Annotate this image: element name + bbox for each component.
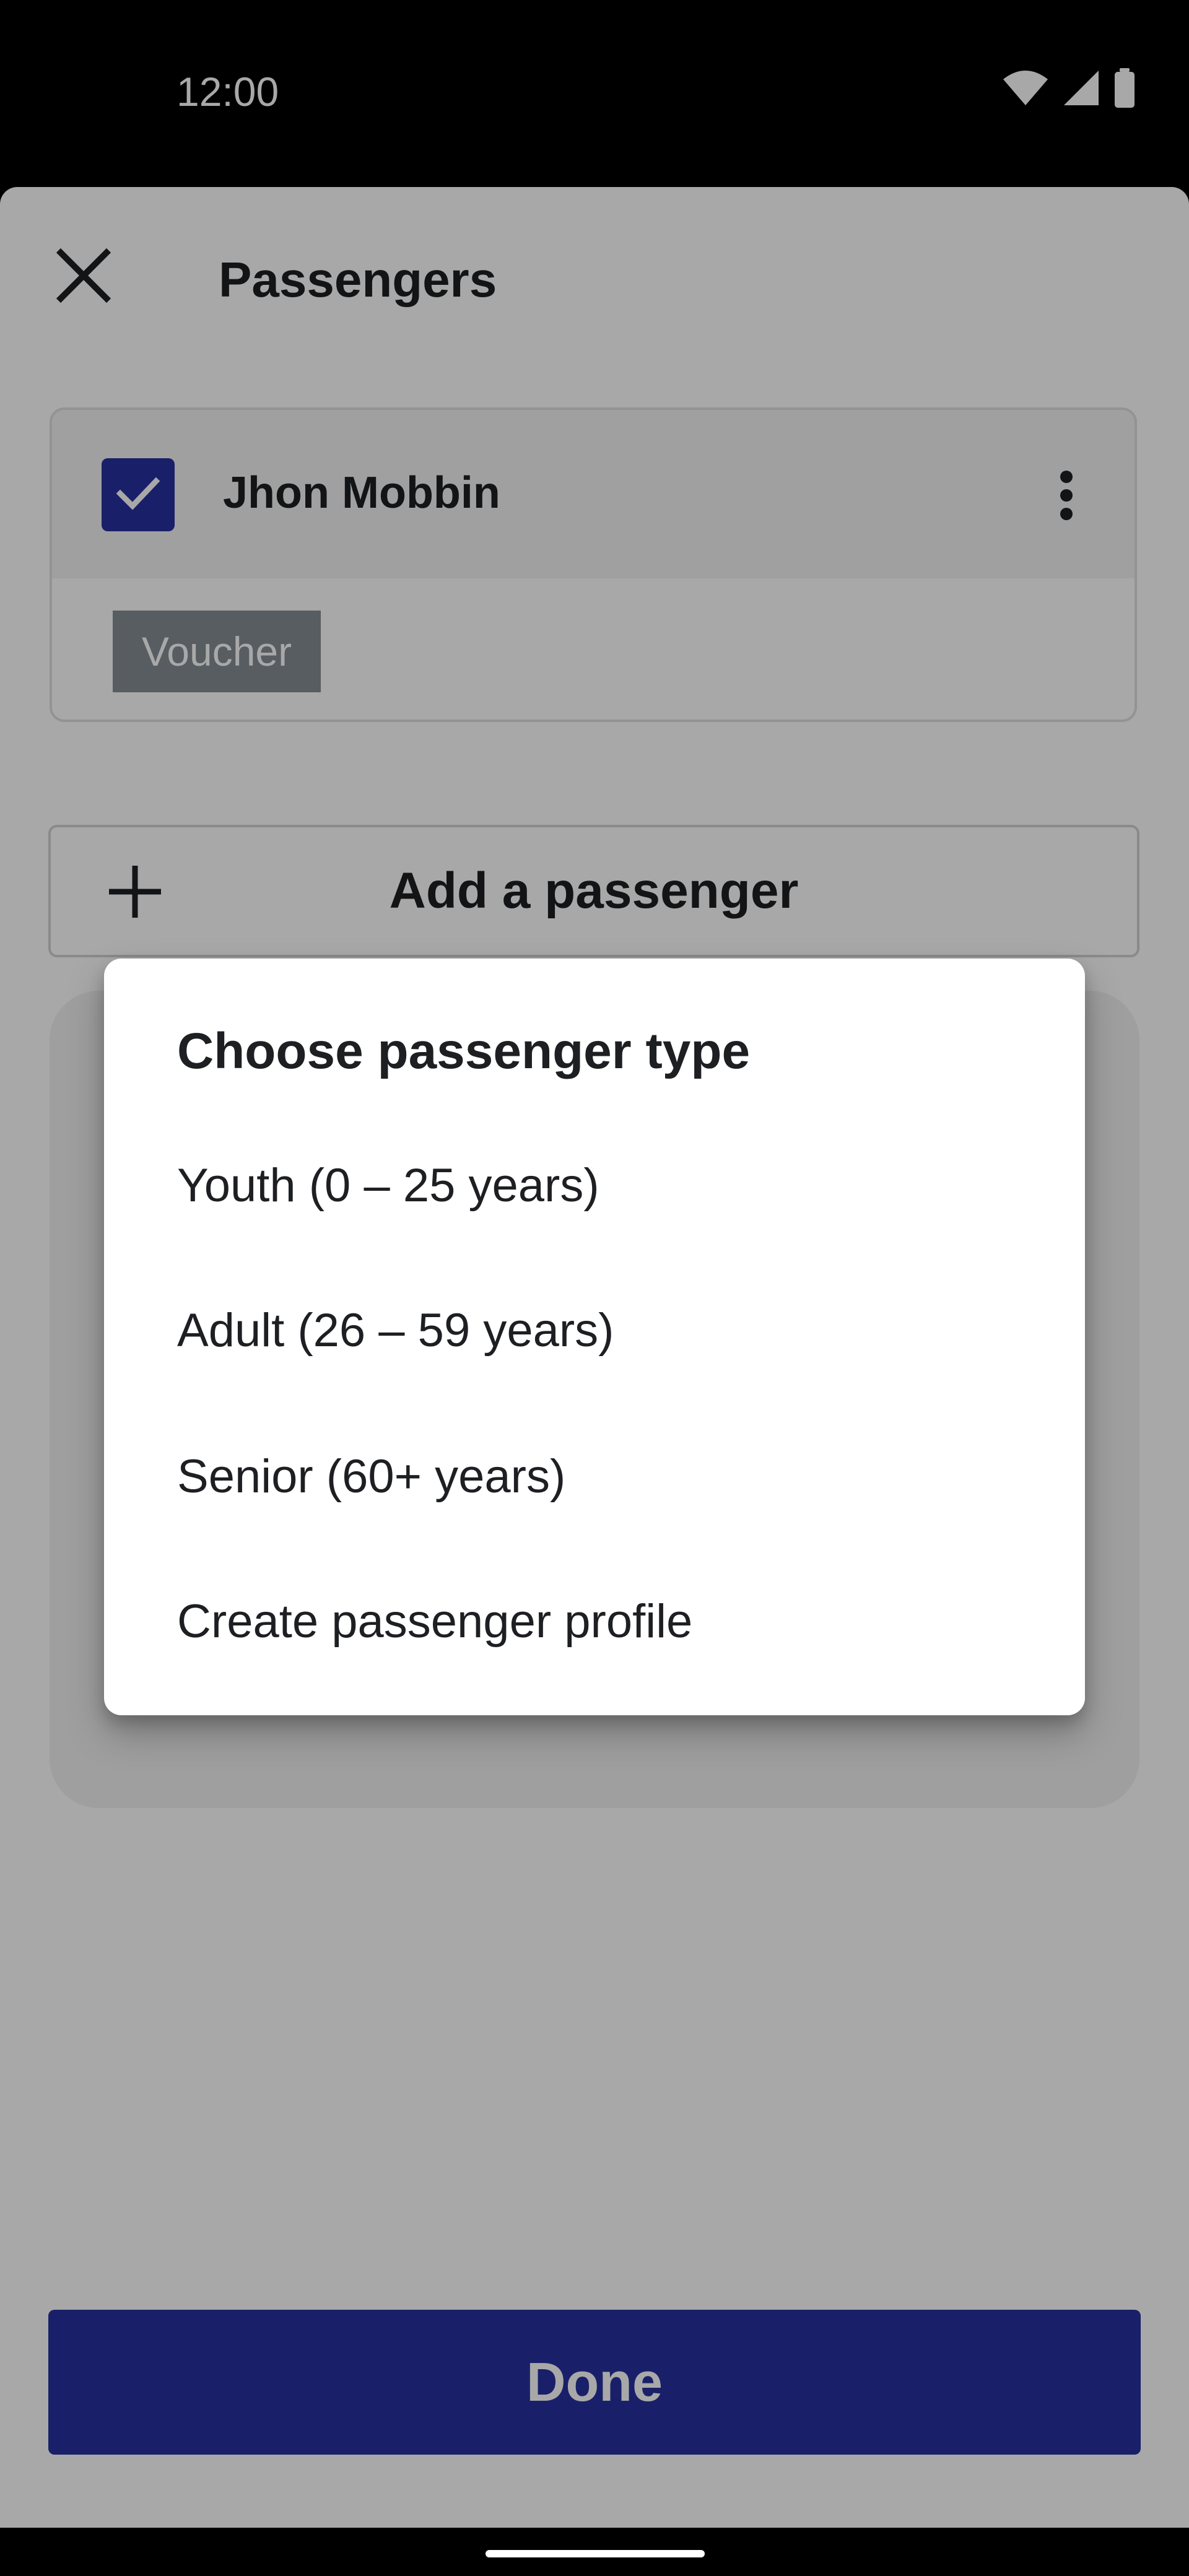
navigation-bar (0, 2528, 1189, 2576)
dialog-title: Choose passenger type (177, 1023, 751, 1079)
home-gesture-handle[interactable] (486, 2550, 705, 2557)
option-create-profile[interactable]: Create passenger profile (104, 1559, 1085, 1683)
option-senior[interactable]: Senior (60+ years) (104, 1414, 1085, 1538)
passenger-type-dialog: Choose passenger type Youth (0 – 25 year… (104, 959, 1085, 1715)
option-youth[interactable]: Youth (0 – 25 years) (104, 1123, 1085, 1247)
option-adult[interactable]: Adult (26 – 59 years) (104, 1268, 1085, 1392)
